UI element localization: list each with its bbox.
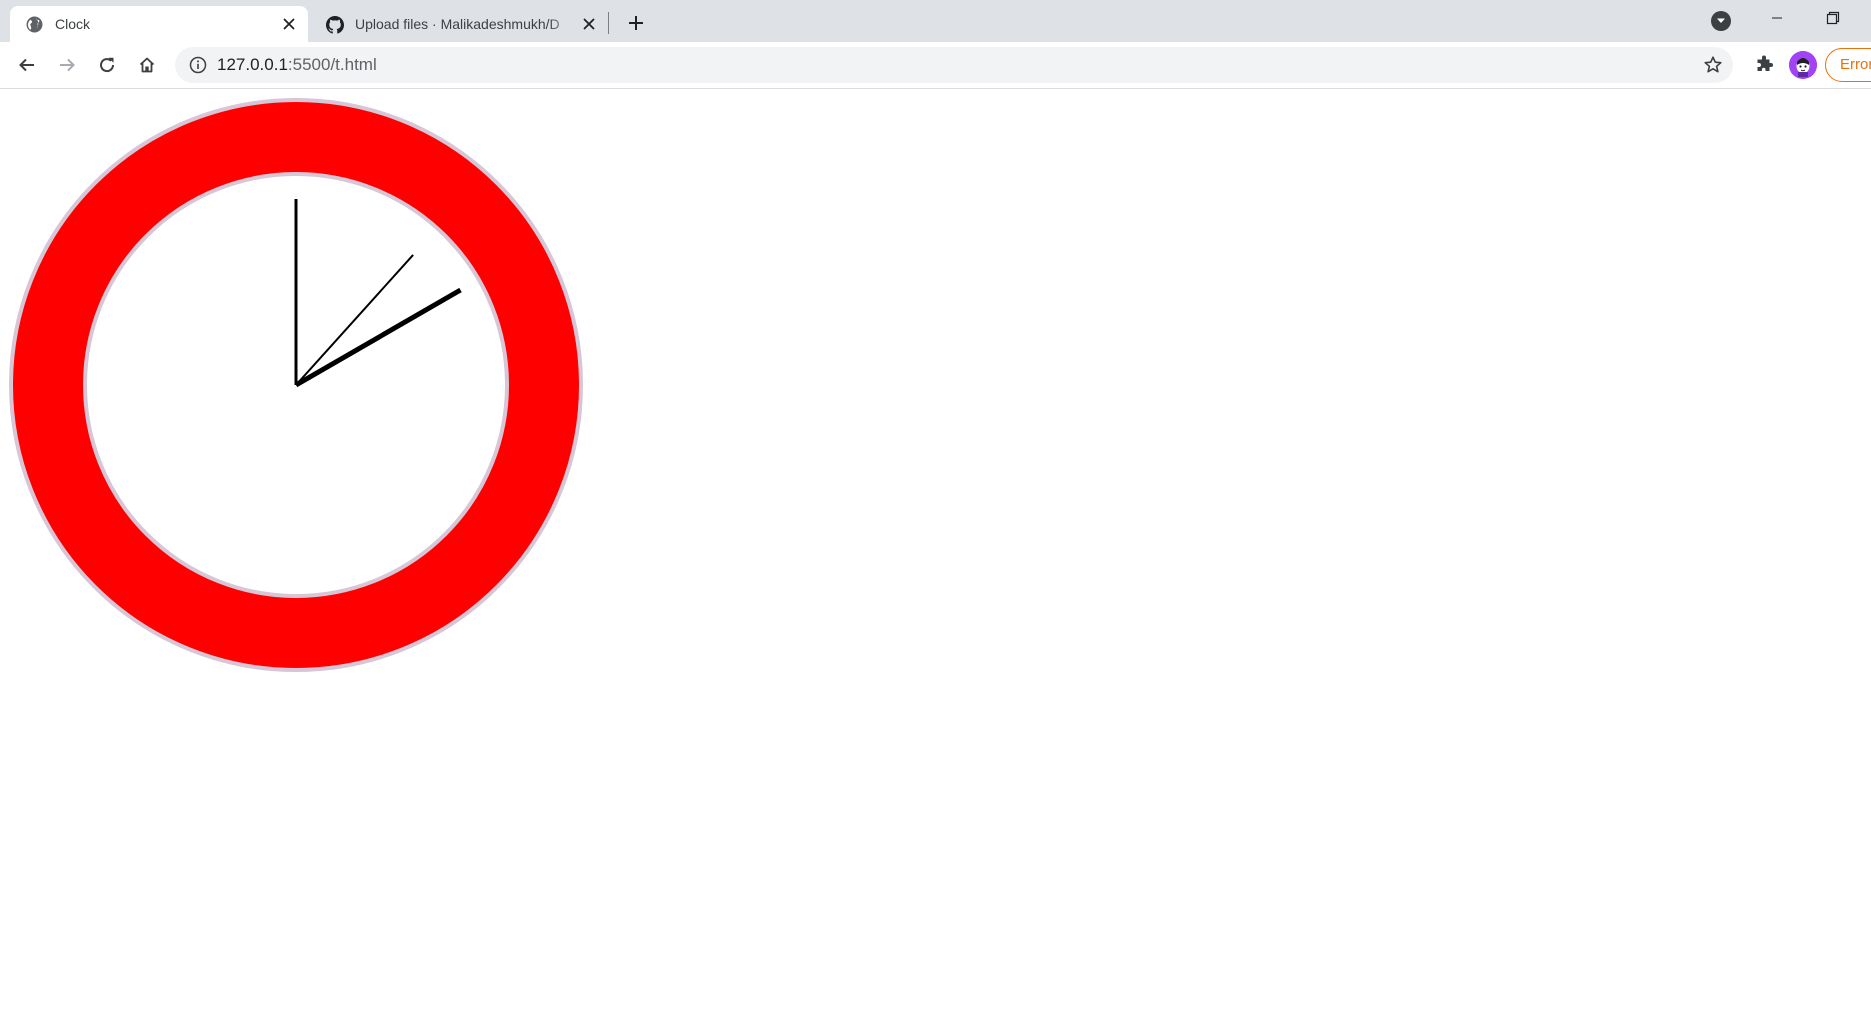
tab-search-button[interactable]: [1711, 11, 1731, 31]
globe-icon: [26, 16, 43, 33]
clock: [9, 98, 583, 672]
browser-toolbar: 127.0.0.1:5500/t.html Error: [0, 42, 1871, 89]
restore-button[interactable]: [1805, 0, 1861, 36]
url-path: :5500/t.html: [287, 55, 377, 74]
tab-upload-files[interactable]: Upload files · Malikadeshmukh/D: [310, 6, 608, 42]
back-arrow-icon: [19, 58, 34, 72]
address-bar[interactable]: 127.0.0.1:5500/t.html: [175, 47, 1733, 83]
page-content: [0, 89, 1871, 1015]
minimize-icon: [1772, 17, 1782, 19]
profile-avatar-icon: [1789, 51, 1817, 79]
reload-button[interactable]: [91, 49, 123, 81]
url-text[interactable]: 127.0.0.1:5500/t.html: [217, 55, 377, 75]
tab-separator: [608, 12, 609, 34]
minimize-button[interactable]: [1749, 0, 1805, 36]
tab-title: Clock: [55, 16, 91, 32]
bookmark-star-icon[interactable]: [1703, 55, 1723, 75]
new-tab-button[interactable]: [622, 9, 650, 37]
tab-clock[interactable]: Clock: [10, 6, 308, 42]
back-button[interactable]: [11, 49, 43, 81]
error-button[interactable]: Error: [1825, 48, 1871, 82]
github-icon: [326, 16, 344, 34]
home-icon: [139, 57, 155, 73]
chevron-down-icon: [1717, 18, 1725, 23]
forward-arrow-icon: [60, 58, 75, 72]
puzzle-icon: [1757, 55, 1773, 71]
home-button[interactable]: [131, 49, 163, 81]
tab-title: Upload files · Malikadeshmukh/D: [355, 16, 560, 32]
site-info-icon[interactable]: [189, 56, 207, 74]
extensions-button[interactable]: [1749, 50, 1779, 80]
close-tab-icon[interactable]: [580, 15, 598, 33]
close-tab-icon[interactable]: [280, 15, 298, 33]
tab-strip: Clock Upload files · Malikadeshmukh/D: [0, 0, 1871, 42]
forward-button[interactable]: [51, 49, 83, 81]
plus-icon: [629, 16, 643, 30]
profile-avatar[interactable]: [1789, 51, 1817, 79]
reload-icon: [100, 57, 115, 73]
restore-icon: [1826, 11, 1840, 25]
url-host: 127.0.0.1: [217, 55, 288, 74]
